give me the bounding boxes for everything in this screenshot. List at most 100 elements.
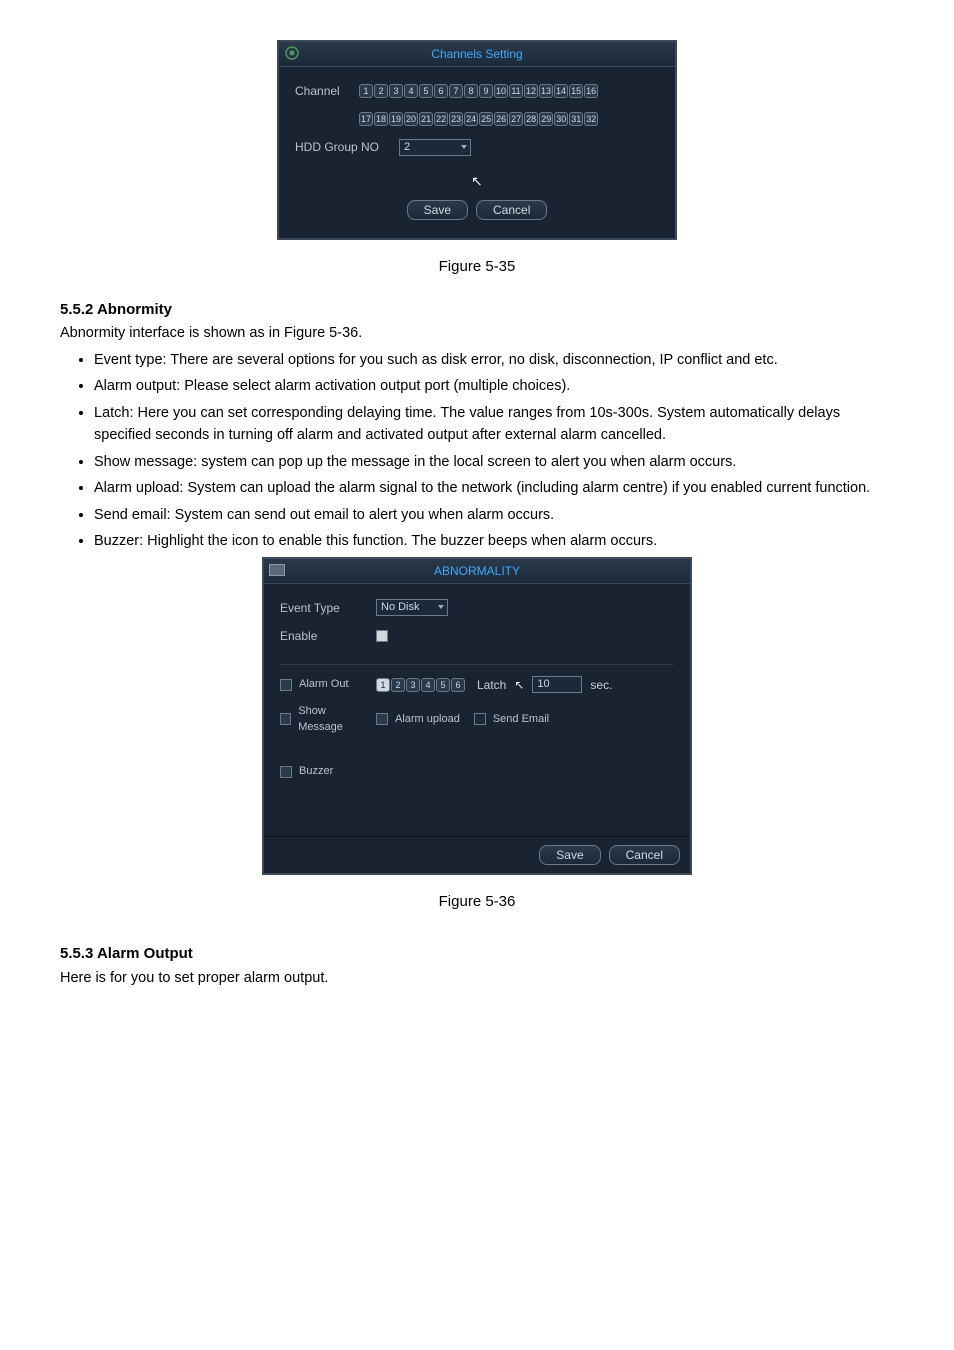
channel-21-button[interactable]: 21 — [419, 112, 433, 126]
latch-input[interactable]: 10 — [532, 676, 582, 693]
section-heading-alarm-output: 5.5.3 Alarm Output — [60, 943, 894, 966]
camera-icon — [283, 44, 301, 62]
alarm-out-4-button[interactable]: 4 — [421, 678, 435, 692]
send-email-label: Send Email — [493, 711, 549, 728]
send-email-checkbox[interactable] — [474, 713, 486, 725]
figure-caption-1: Figure 5-35 — [60, 256, 894, 279]
alarm-out-label: Alarm Out — [299, 676, 349, 693]
latch-label: Latch — [477, 676, 506, 694]
channel-7-button[interactable]: 7 — [449, 84, 463, 98]
channel-9-button[interactable]: 9 — [479, 84, 493, 98]
list-item: Show message: system can pop up the mess… — [94, 451, 894, 473]
alarm-out-2-button[interactable]: 2 — [391, 678, 405, 692]
channel-2-button[interactable]: 2 — [374, 84, 388, 98]
list-item: Latch: Here you can set corresponding de… — [94, 402, 894, 447]
save-button[interactable]: Save — [539, 845, 600, 865]
cursor-icon: ↖ — [514, 676, 524, 694]
channel-1-button[interactable]: 1 — [359, 84, 373, 98]
abnormity-bullet-list: Event type: There are several options fo… — [60, 349, 894, 553]
channel-15-button[interactable]: 15 — [569, 84, 583, 98]
figure-caption-2: Figure 5-36 — [60, 891, 894, 914]
channel-12-button[interactable]: 12 — [524, 84, 538, 98]
section-intro-alarm-output: Here is for you to set proper alarm outp… — [60, 968, 894, 990]
dialog-title: Channels Setting — [431, 45, 522, 63]
alarm-upload-checkbox[interactable] — [376, 713, 388, 725]
channel-19-button[interactable]: 19 — [389, 112, 403, 126]
list-item: Buzzer: Highlight the icon to enable thi… — [94, 530, 894, 552]
section-intro-abnormity: Abnormity interface is shown as in Figur… — [60, 323, 894, 345]
alarm-out-buttons: 123456 — [376, 678, 465, 692]
channel-26-button[interactable]: 26 — [494, 112, 508, 126]
cancel-button[interactable]: Cancel — [476, 200, 547, 220]
channel-6-button[interactable]: 6 — [434, 84, 448, 98]
channel-label: Channel — [295, 82, 351, 100]
enable-checkbox[interactable] — [376, 630, 388, 642]
dialog-body: Event Type No Disk Enable Alarm Out 1234… — [264, 584, 690, 836]
alarm-out-3-button[interactable]: 3 — [406, 678, 420, 692]
alarm-upload-label: Alarm upload — [395, 711, 460, 728]
dialog-title: ABNORMALITY — [434, 562, 520, 580]
abnormality-dialog: ABNORMALITY Event Type No Disk Enable Al… — [262, 557, 692, 875]
channel-17-button[interactable]: 17 — [359, 112, 373, 126]
channel-22-button[interactable]: 22 — [434, 112, 448, 126]
channel-28-button[interactable]: 28 — [524, 112, 538, 126]
alarm-out-5-button[interactable]: 5 — [436, 678, 450, 692]
latch-value: 10 — [537, 676, 549, 693]
channel-13-button[interactable]: 13 — [539, 84, 553, 98]
channel-32-button[interactable]: 32 — [584, 112, 598, 126]
cancel-button[interactable]: Cancel — [609, 845, 680, 865]
alarm-upload-option[interactable]: Alarm upload — [376, 711, 460, 728]
channel-5-button[interactable]: 5 — [419, 84, 433, 98]
alarm-out-1-button[interactable]: 1 — [376, 678, 390, 692]
list-item: Alarm upload: System can upload the alar… — [94, 477, 894, 499]
channel-27-button[interactable]: 27 — [509, 112, 523, 126]
divider — [280, 664, 674, 665]
channel-16-button[interactable]: 16 — [584, 84, 598, 98]
channel-buttons-row2: 17181920212223242526272829303132 — [359, 112, 598, 126]
channel-18-button[interactable]: 18 — [374, 112, 388, 126]
channel-3-button[interactable]: 3 — [389, 84, 403, 98]
event-type-select[interactable]: No Disk — [376, 599, 448, 616]
list-item: Event type: There are several options fo… — [94, 349, 894, 371]
channel-29-button[interactable]: 29 — [539, 112, 553, 126]
channel-10-button[interactable]: 10 — [494, 84, 508, 98]
channel-buttons-row1: 12345678910111213141516 — [359, 84, 598, 98]
buzzer-checkbox[interactable] — [280, 766, 292, 778]
send-email-option[interactable]: Send Email — [474, 711, 549, 728]
enable-label: Enable — [280, 627, 368, 645]
save-button[interactable]: Save — [407, 200, 468, 220]
list-item: Alarm output: Please select alarm activa… — [94, 375, 894, 397]
channel-31-button[interactable]: 31 — [569, 112, 583, 126]
latch-unit: sec. — [590, 676, 612, 694]
event-type-value: No Disk — [381, 599, 420, 616]
channel-30-button[interactable]: 30 — [554, 112, 568, 126]
channel-25-button[interactable]: 25 — [479, 112, 493, 126]
buzzer-label: Buzzer — [299, 763, 333, 780]
channels-setting-dialog: Channels Setting Channel 123456789101112… — [277, 40, 677, 240]
alarm-out-option[interactable]: Alarm Out — [280, 676, 368, 693]
hdd-group-label: HDD Group NO — [295, 138, 391, 156]
event-type-label: Event Type — [280, 599, 368, 617]
drive-icon — [268, 561, 286, 579]
hdd-group-select[interactable]: 2 — [399, 139, 471, 156]
dialog-titlebar: ABNORMALITY — [264, 559, 690, 584]
channel-20-button[interactable]: 20 — [404, 112, 418, 126]
show-message-checkbox[interactable] — [280, 713, 291, 725]
hdd-group-value: 2 — [404, 139, 410, 156]
channel-4-button[interactable]: 4 — [404, 84, 418, 98]
alarm-out-checkbox[interactable] — [280, 679, 292, 691]
section-heading-abnormity: 5.5.2 Abnormity — [60, 299, 894, 322]
dialog-body: Channel 12345678910111213141516 17181920… — [279, 67, 675, 238]
buzzer-option[interactable]: Buzzer — [280, 763, 333, 780]
dialog-titlebar: Channels Setting — [279, 42, 675, 67]
alarm-out-6-button[interactable]: 6 — [451, 678, 465, 692]
channel-23-button[interactable]: 23 — [449, 112, 463, 126]
list-item: Send email: System can send out email to… — [94, 504, 894, 526]
channel-8-button[interactable]: 8 — [464, 84, 478, 98]
channel-14-button[interactable]: 14 — [554, 84, 568, 98]
show-message-option[interactable]: Show Message — [280, 703, 368, 736]
channel-24-button[interactable]: 24 — [464, 112, 478, 126]
channel-11-button[interactable]: 11 — [509, 84, 523, 98]
dialog-actions: ↖ Save Cancel — [295, 171, 659, 220]
dialog-actions: Save Cancel — [264, 836, 690, 873]
